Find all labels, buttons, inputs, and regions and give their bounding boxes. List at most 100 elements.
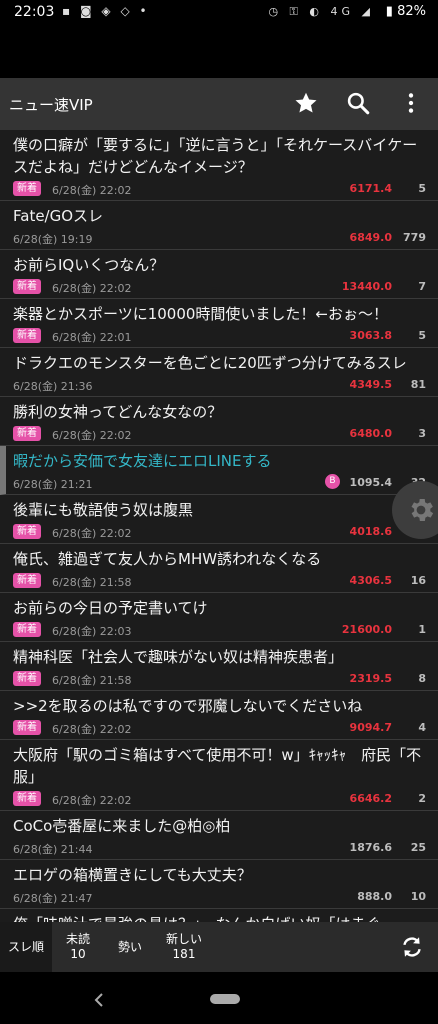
refresh-button[interactable]: [388, 922, 436, 972]
thread-meta: 6/28(金) 21:44 1876.6 25: [0, 837, 438, 859]
thread-res-count: 5: [418, 182, 426, 195]
notification-icons: ▪ ◙ ◈ ◇ •: [62, 4, 150, 18]
thread-ikioi: 4018.6: [349, 525, 392, 538]
thread-ikioi: 3063.8: [349, 329, 392, 342]
thread-row[interactable]: 精神科医「社会人で趣味がない奴は精神疾患者」 新着 6/28(金) 21:58 231…: [0, 642, 438, 691]
thread-date: 6/28(金) 22:02: [52, 723, 132, 736]
thread-title: 勝利の女神ってどんな女なの？: [13, 403, 223, 421]
thread-meta: 6/28(金) 21:36 4349.5 81: [0, 374, 438, 396]
thread-meta: 新着 6/28(金) 22:01 3063.8 5: [0, 325, 438, 347]
sort-unread-button[interactable]: 未読 10: [52, 922, 104, 972]
more-menu-icon[interactable]: [397, 89, 425, 117]
refresh-icon: [403, 937, 421, 957]
sort-thread-order-label: スレ順: [7, 939, 44, 954]
thread-date: 6/28(金) 21:44: [13, 843, 93, 856]
thread-row[interactable]: 後輩にも敬語使う奴は腹黒新着6/28(金) 22:024018.62: [0, 495, 438, 544]
thread-title: 大阪府「駅のゴミ箱はすべて使用不可！w」ｷｬｯｷｬ 府民「不服」: [13, 746, 422, 786]
thread-title: 後輩にも敬語使う奴は腹黒: [13, 501, 194, 519]
new-badge: 新着: [13, 671, 41, 686]
thread-date: 6/28(金) 22:02: [52, 184, 132, 197]
thread-title: Fate/GOスレ: [13, 207, 104, 225]
sort-thread-order-button[interactable]: スレ順: [0, 922, 52, 972]
thread-ikioi: 4306.5: [349, 574, 392, 587]
battery-percent: 82%: [397, 4, 426, 19]
thread-row[interactable]: エロゲの箱横置きにしても大丈夫？ 6/28(金) 21:47 888.0 10: [0, 860, 438, 909]
thread-res-count: 8: [418, 672, 426, 685]
thread-meta: 新着 6/28(金) 21:58 2319.5 8: [0, 668, 438, 690]
thread-res-count: 779: [403, 231, 426, 244]
thread-title: 精神科医「社会人で趣味がない奴は精神疾患者」: [13, 648, 344, 666]
status-time: 22:03: [14, 4, 55, 20]
thread-ikioi: 9094.7: [349, 721, 392, 734]
thread-res-count: 7: [418, 280, 426, 293]
new-badge: 新着: [13, 573, 41, 588]
thread-res-count: 1: [418, 623, 426, 636]
thread-title: >>2を取るのは私ですので邪魔しないでくださいね: [13, 697, 363, 715]
thread-ikioi: 13440.0: [341, 280, 392, 293]
thread-ikioi: 888.0: [357, 890, 392, 903]
thread-row[interactable]: 勝利の女神ってどんな女なの？ 新着 6/28(金) 22:02 6480.0 3: [0, 397, 438, 446]
thread-date: 6/28(金) 21:21: [13, 478, 93, 491]
thread-res-count: 3: [418, 427, 426, 440]
thread-ikioi: 1876.6: [349, 841, 392, 854]
thread-title: エロゲの箱横置きにしても大丈夫？: [13, 866, 252, 884]
thread-meta: 新着 6/28(金) 22:02 13440.0 7: [0, 276, 438, 298]
thread-row[interactable]: お前らの今日の予定書いてけ 新着 6/28(金) 22:03 21600.0 1: [0, 593, 438, 642]
network-label: 4G: [330, 5, 355, 18]
unread-label: 未読: [65, 932, 90, 946]
sort-new-button[interactable]: 新しい 181: [156, 922, 212, 972]
thread-meta: 新着 6/28(金) 22:02 6171.4 5: [0, 178, 438, 200]
thread-ikioi: 2319.5: [349, 672, 392, 685]
thread-title: 俺「味噌汁で最強の具は？」 なんか白ばい奴「はまぐ: [0, 909, 438, 922]
thread-date: 6/28(金) 22:01: [52, 331, 132, 344]
battery-level: ▮ 82%: [385, 4, 426, 19]
thread-title: 俺氏、雑過ぎて友人からMHW誘われなくなる: [13, 550, 322, 568]
thread-row[interactable]: お前らIQいくつなん？ 新着 6/28(金) 22:02 13440.0 7: [0, 250, 438, 299]
thread-row[interactable]: Fate/GOスレ 6/28(金) 19:19 6849.0 779: [0, 201, 438, 250]
sort-ikioi-button[interactable]: 勢い: [104, 922, 156, 972]
thread-ikioi: 1095.4: [349, 476, 392, 489]
thread-list[interactable]: 僕の口癖が「要するに」「逆に言うと」「それケースバイケースだよね」だけどどんなイ…: [0, 130, 438, 922]
thread-date: 6/28(金) 22:02: [52, 429, 132, 442]
thread-meta: 新着 6/28(金) 21:58 4306.5 16: [0, 570, 438, 592]
unread-count: 10: [70, 947, 86, 961]
back-icon[interactable]: [93, 992, 105, 1008]
system-nav-bar: [0, 972, 438, 1024]
thread-res-count: 2: [418, 792, 426, 805]
status-bar: 22:03 ▪ ◙ ◈ ◇ • ◷ ⚿ ◐ 4G ◢ ▮ 82%: [0, 0, 438, 26]
thread-title: CoCo壱番屋に来ました@柏◎柏: [13, 817, 231, 835]
sort-bar: スレ順 未読 10 勢い 新しい 181: [0, 922, 438, 972]
thread-title: 暇だから安価で女友達にエロLINEする: [13, 452, 272, 470]
thread-row[interactable]: 大阪府「駅のゴミ箱はすべて使用不可！w」ｷｬｯｷｬ 府民「不服」 新着 6/28(金…: [0, 740, 438, 811]
ikioi-label: 勢い: [117, 939, 142, 954]
system-icons: ◷ ⚿ ◐ 4G ◢: [268, 5, 374, 18]
thread-meta: 6/28(金) 21:47 888.0 10: [0, 886, 438, 908]
thread-row[interactable]: >>2を取るのは私ですので邪魔しないでくださいね 新着 6/28(金) 22:02 9…: [0, 691, 438, 740]
new-badge: 新着: [13, 720, 41, 735]
new-badge: 新着: [13, 426, 41, 441]
home-pill[interactable]: [210, 994, 240, 1004]
thread-res-count: 5: [418, 329, 426, 342]
thread-row[interactable]: 僕の口癖が「要するに」「逆に言うと」「それケースバイケースだよね」だけどどんなイ…: [0, 130, 438, 201]
thread-row[interactable]: ドラクエのモンスターを色ごとに20匹ずつ分けてみるスレ 6/28(金) 21:36…: [0, 348, 438, 397]
thread-ikioi: 6646.2: [349, 792, 392, 805]
thread-row[interactable]: CoCo壱番屋に来ました@柏◎柏 6/28(金) 21:44 1876.6 25: [0, 811, 438, 860]
thread-meta: 6/28(金) 21:21B1095.432: [6, 472, 438, 494]
search-icon[interactable]: [344, 89, 372, 117]
thread-ikioi: 6849.0: [349, 231, 392, 244]
thread-row[interactable]: 俺「味噌汁で最強の具は？」 なんか白ばい奴「はまぐ: [0, 909, 438, 922]
new-badge: 新着: [13, 181, 41, 196]
thread-ikioi: 21600.0: [341, 623, 392, 636]
app-bar: ニュー速VIP: [0, 78, 438, 130]
gear-icon: [411, 499, 434, 521]
thread-ikioi: 6480.0: [349, 427, 392, 440]
star-icon[interactable]: [292, 89, 320, 117]
thread-meta: 新着 6/28(金) 22:02 6480.0 3: [0, 423, 438, 445]
thread-ikioi: 4349.5: [349, 378, 392, 391]
thread-meta: 新着 6/28(金) 22:03 21600.0 1: [0, 619, 438, 641]
thread-row[interactable]: 暇だから安価で女友達にエロLINEする 6/28(金) 21:21B1095.43…: [0, 446, 438, 495]
thread-title: 僕の口癖が「要するに」「逆に言うと」「それケースバイケースだよね」だけどどんなイ…: [13, 136, 418, 176]
thread-date: 6/28(金) 21:58: [52, 674, 132, 687]
thread-row[interactable]: 楽器とかスポーツに10000時間使いました！←おぉ～！ 新着 6/28(金) 22:…: [0, 299, 438, 348]
thread-row[interactable]: 俺氏、雑過ぎて友人からMHW誘われなくなる新着 6/28(金) 21:58 4306…: [0, 544, 438, 593]
